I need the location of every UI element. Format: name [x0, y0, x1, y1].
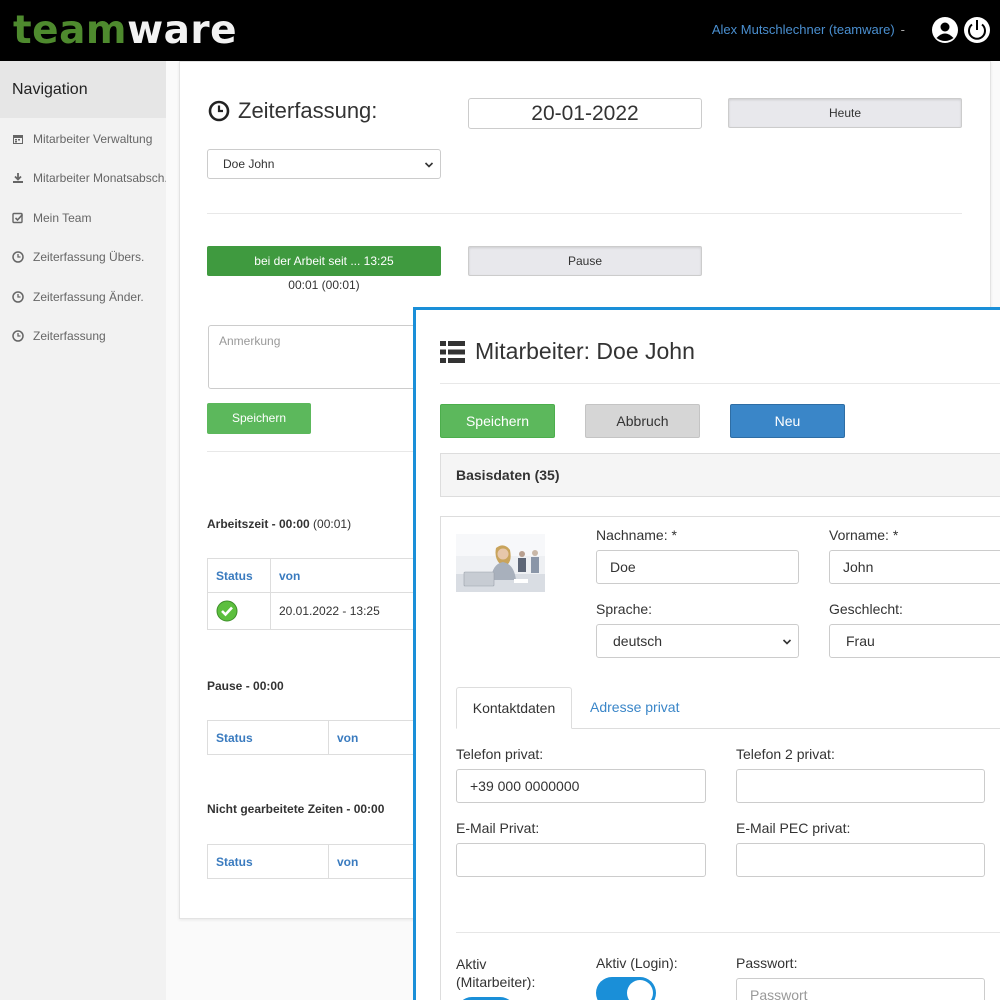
- password-label: Passwort:: [736, 955, 798, 971]
- sidebar-item-mitarbeiter-verwaltung[interactable]: Mitarbeiter Verwaltung: [0, 119, 166, 159]
- calendar-icon: [13, 134, 23, 144]
- page-title: Zeiterfassung:: [208, 98, 377, 124]
- sidebar-item-label: Zeiterfassung Übers.: [33, 250, 145, 265]
- lastname-label: Nachname: *: [596, 527, 677, 543]
- phone2-input[interactable]: [736, 769, 985, 803]
- active-login-toggle[interactable]: [596, 977, 656, 1000]
- sidebar-item-label: Zeiterfassung Änder.: [33, 289, 144, 304]
- save-button[interactable]: Speichern: [207, 403, 311, 434]
- divider: [440, 383, 1000, 384]
- divider: [456, 932, 1000, 933]
- pec-label: E-Mail PEC privat:: [736, 820, 851, 836]
- password-input[interactable]: Passwort: [736, 978, 985, 1000]
- elapsed-time: 00:01 (00:01): [288, 278, 360, 292]
- sidebar-item-label: Zeiterfassung: [33, 329, 106, 344]
- employee-select[interactable]: Doe John: [207, 149, 441, 179]
- gender-select[interactable]: Frau: [829, 624, 1000, 658]
- sidebar-item-zeiterfassung[interactable]: Zeiterfassung: [0, 317, 166, 357]
- chevron-down-icon: [424, 162, 434, 168]
- active-employee-label: Aktiv (Mitarbeiter):: [456, 956, 536, 990]
- teamware-logo[interactable]: teamware: [13, 8, 237, 53]
- sidebar-item-label: Mitarbeiter Monatsabsch..: [33, 171, 166, 186]
- sidebar-item-mein-team[interactable]: Mein Team: [0, 198, 166, 238]
- sidebar-item-label: Mein Team: [33, 210, 92, 225]
- employee-photo[interactable]: [456, 534, 545, 592]
- tab-kontaktdaten[interactable]: Kontaktdaten: [456, 687, 572, 729]
- email-input[interactable]: [456, 843, 706, 877]
- language-label: Sprache:: [596, 601, 653, 617]
- email-label: E-Mail Privat:: [456, 820, 540, 836]
- date-input[interactable]: 20-01-2022: [468, 98, 702, 129]
- sidebar-item-label: Mitarbeiter Verwaltung: [33, 131, 153, 146]
- modal-save-button[interactable]: Speichern: [440, 404, 555, 438]
- modal-title: Mitarbeiter: Doe John: [440, 338, 695, 365]
- phone2-label: Telefon 2 privat:: [736, 746, 835, 762]
- clock-icon: [208, 100, 230, 122]
- working-since-button[interactable]: bei der Arbeit seit ... 13:25: [207, 246, 441, 276]
- pause-label: Pause - 00:00: [207, 679, 284, 693]
- chevron-down-icon: [782, 639, 792, 645]
- list-icon: [440, 340, 465, 363]
- clock-icon: [12, 330, 24, 342]
- nav-title: Navigation: [0, 61, 166, 118]
- language-select[interactable]: deutsch: [596, 624, 799, 658]
- phone-label: Telefon privat:: [456, 746, 544, 762]
- pause-button[interactable]: Pause: [468, 246, 702, 276]
- user-circle-icon[interactable]: [931, 16, 959, 44]
- phone-input[interactable]: +39 000 0000000: [456, 769, 706, 803]
- top-bar: teamware Alex Mutschlechner (teamware) -: [0, 0, 1000, 61]
- not-worked-label: Nicht gearbeitete Zeiten - 00:00: [207, 802, 385, 816]
- pec-input[interactable]: [736, 843, 985, 877]
- download-icon: [13, 173, 23, 184]
- worktime-label: Arbeitszeit - 00:00 (00:01): [207, 517, 352, 531]
- gender-label: Geschlecht:: [829, 601, 903, 617]
- user-link[interactable]: Alex Mutschlechner (teamware) -: [712, 22, 905, 37]
- sidebar-item-monatsabschluss[interactable]: Mitarbeiter Monatsabsch..: [0, 159, 166, 199]
- sidebar: Navigation Mitarbeiter Verwaltung Mitarb…: [0, 61, 166, 1000]
- sidebar-item-zeiterfassung-uebers[interactable]: Zeiterfassung Übers.: [0, 238, 166, 278]
- table-header-status: Status: [207, 844, 329, 879]
- modal-new-button[interactable]: Neu: [730, 404, 845, 438]
- panel-basisdaten-header[interactable]: Basisdaten (35): [440, 453, 1000, 497]
- table-header-status: Status: [207, 720, 329, 755]
- clock-icon: [12, 291, 24, 303]
- check-circle-icon: [216, 600, 238, 622]
- modal-cancel-button[interactable]: Abbruch: [585, 404, 700, 438]
- table-header-status: Status: [207, 558, 271, 593]
- today-button[interactable]: Heute: [728, 98, 962, 128]
- lastname-input[interactable]: Doe: [596, 550, 799, 584]
- panel-basisdaten-body: Nachname: * Doe Vorname: * John Sprache:…: [440, 516, 1000, 1000]
- employee-modal: Mitarbeiter: Doe John Speichern Abbruch …: [413, 307, 1000, 1000]
- active-login-label: Aktiv (Login):: [596, 955, 678, 971]
- checkbox-icon: [12, 212, 24, 223]
- firstname-input[interactable]: John: [829, 550, 1000, 584]
- power-icon[interactable]: [963, 16, 991, 44]
- firstname-label: Vorname: *: [829, 527, 899, 543]
- sidebar-item-zeiterfassung-aender[interactable]: Zeiterfassung Änder.: [0, 277, 166, 317]
- tab-adresse-privat[interactable]: Adresse privat: [590, 687, 679, 729]
- clock-icon: [12, 251, 24, 263]
- divider: [207, 213, 962, 214]
